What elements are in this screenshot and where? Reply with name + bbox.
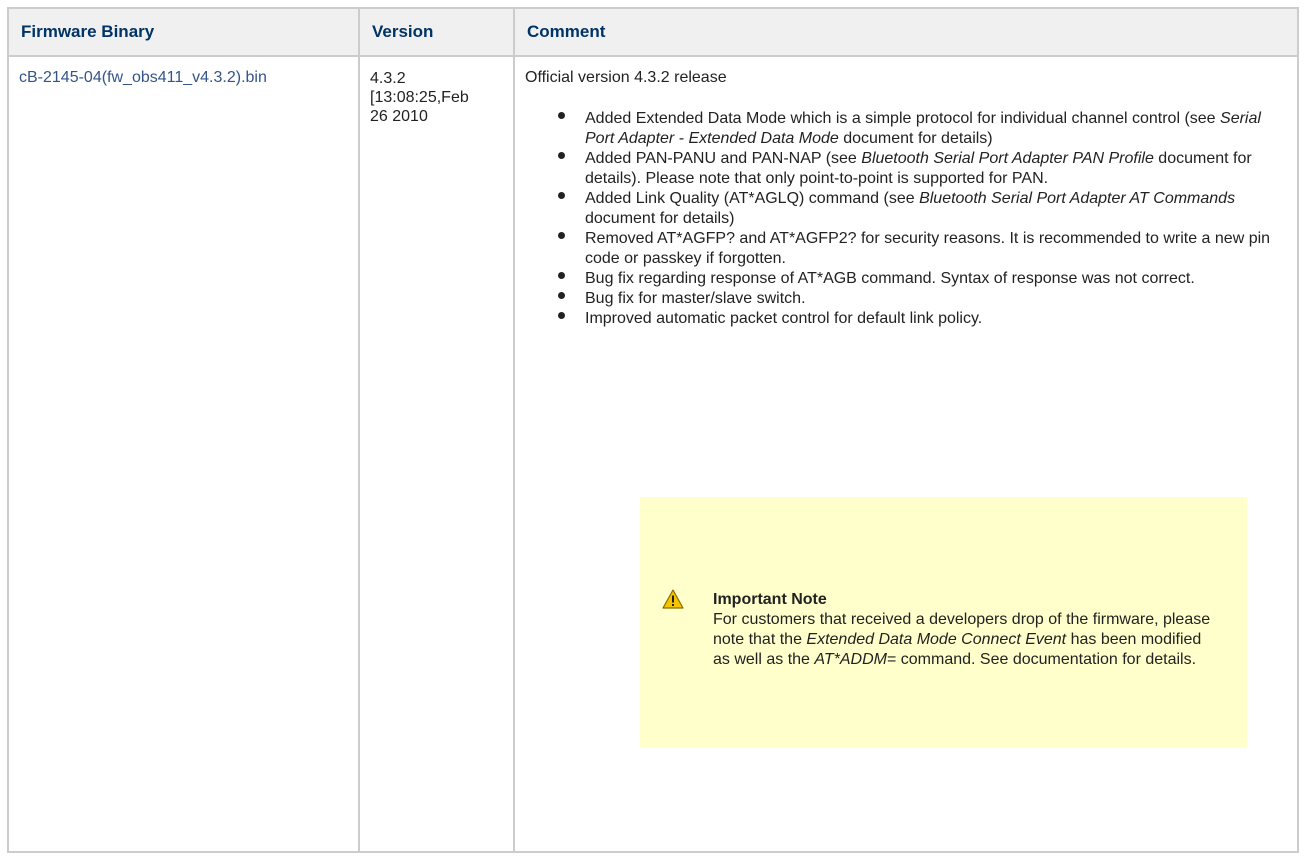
note-body: Important Note For customers that receiv… [713, 590, 1213, 670]
note-event-reference: Extended Data Mode Connect Event [806, 631, 1067, 648]
bullet-icon [558, 232, 565, 239]
change-text: Added PAN-PANU and PAN-NAP (see [585, 150, 862, 167]
list-item: Removed AT*AGFP? and AT*AGFP2? for secur… [558, 229, 1287, 269]
header-firmware-binary: Firmware Binary [7, 7, 360, 57]
version-line: [13:08:25,Feb [370, 89, 469, 106]
version-line: 26 2010 [370, 108, 428, 125]
list-item: Added Link Quality (AT*AGLQ) command (se… [558, 189, 1287, 229]
change-text-tail: document for details) [585, 210, 735, 227]
table-header-row: Firmware Binary Version Comment [7, 7, 1299, 57]
note-text-part: = command. See documentation for details… [886, 651, 1197, 668]
change-text-tail: document for details) [838, 130, 993, 147]
change-text: Removed AT*AGFP? and AT*AGFP2? for secur… [585, 230, 1271, 267]
changes-list: Added Extended Data Mode which is a simp… [525, 109, 1287, 329]
change-text: Added Extended Data Mode which is a simp… [585, 110, 1221, 127]
header-comment: Comment [513, 7, 1299, 57]
bullet-icon [558, 112, 565, 119]
bullet-icon [558, 292, 565, 299]
change-text: Bug fix regarding response of AT*AGB com… [585, 270, 1195, 287]
change-text: Bug fix for master/slave switch. [585, 290, 806, 307]
firmware-binary-link[interactable]: cB-2145-04(fw_obs411_v4.3.2).bin [19, 69, 267, 86]
list-item: Improved automatic packet control for de… [558, 309, 1287, 329]
comment-intro: Official version 4.3.2 release [525, 69, 727, 86]
binary-cell: cB-2145-04(fw_obs411_v4.3.2).bin [7, 55, 360, 853]
change-text: Improved automatic packet control for de… [585, 310, 983, 327]
doc-reference: Bluetooth Serial Port Adapter PAN Profil… [861, 150, 1154, 167]
list-item: Bug fix for master/slave switch. [558, 289, 1287, 309]
list-item: Added Extended Data Mode which is a simp… [558, 109, 1287, 149]
bullet-icon [558, 152, 565, 159]
note-command-reference: AT*ADDM [814, 651, 887, 668]
version-line: 4.3.2 [370, 70, 406, 87]
version-cell: 4.3.2 [13:08:25,Feb 26 2010 [358, 55, 515, 853]
list-item: Added PAN-PANU and PAN-NAP (see Bluetoot… [558, 149, 1287, 189]
bullet-icon [558, 192, 565, 199]
header-version: Version [358, 7, 515, 57]
important-note-panel: Important Note For customers that receiv… [640, 497, 1247, 747]
note-text: For customers that received a developers… [713, 610, 1213, 670]
note-title: Important Note [713, 591, 827, 608]
bullet-icon [558, 312, 565, 319]
list-item: Bug fix regarding response of AT*AGB com… [558, 269, 1287, 289]
bullet-icon [558, 272, 565, 279]
change-text: Added Link Quality (AT*AGLQ) command (se… [585, 190, 920, 207]
doc-reference: Bluetooth Serial Port Adapter AT Command… [919, 190, 1236, 207]
warning-icon [662, 589, 684, 609]
